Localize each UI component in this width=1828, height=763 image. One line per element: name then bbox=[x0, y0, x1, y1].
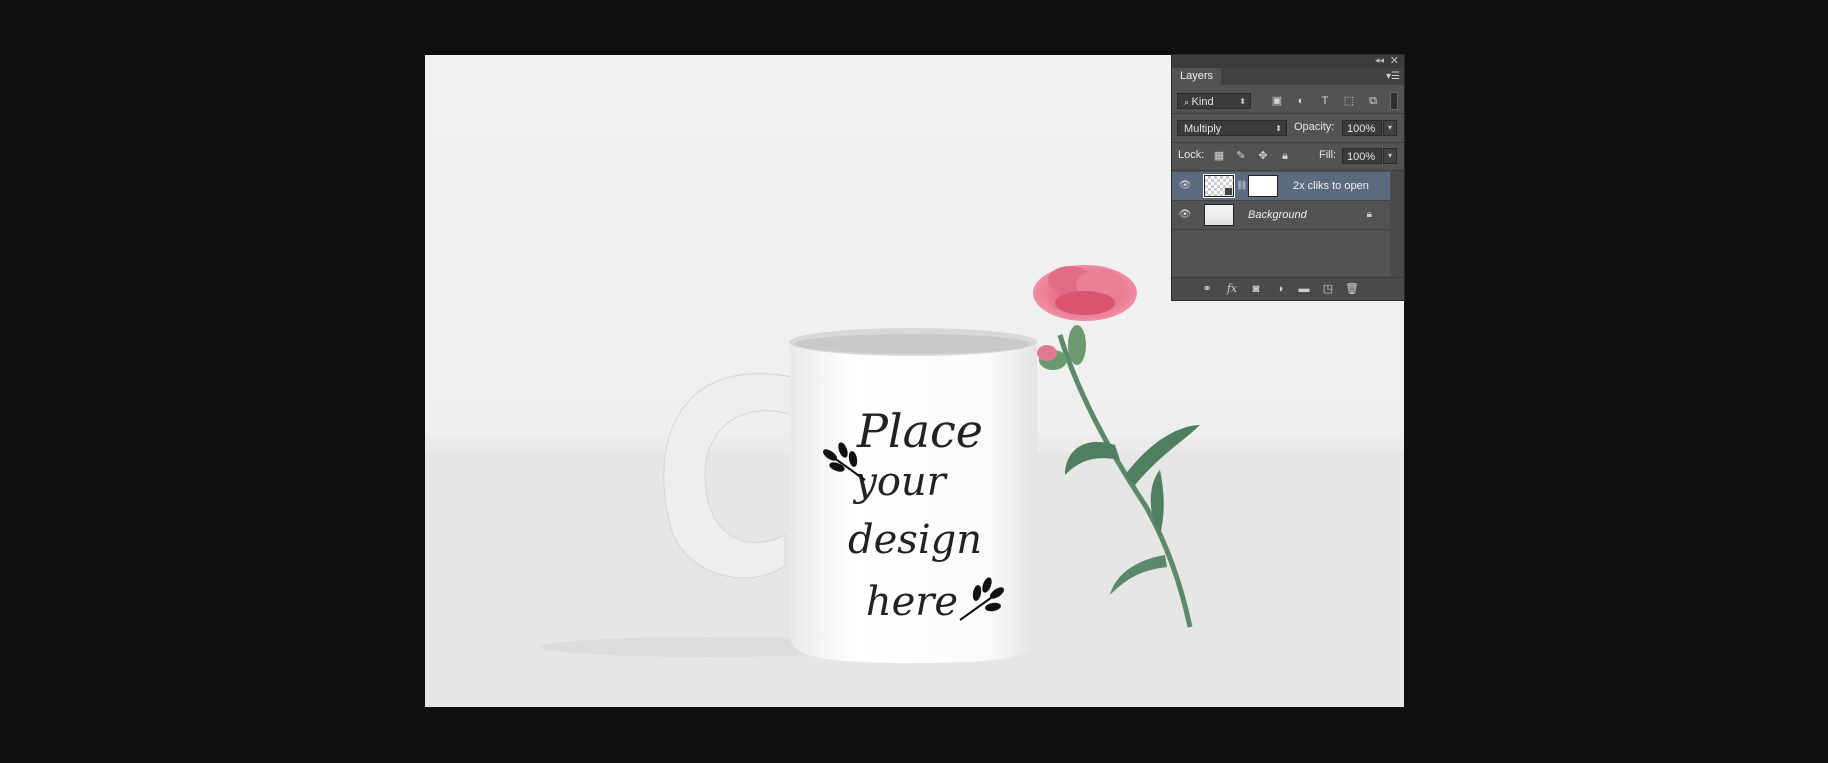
opacity-label: Opacity: bbox=[1294, 121, 1335, 133]
type-filter-icon[interactable]: T bbox=[1318, 94, 1332, 108]
fill-dropdown-button[interactable]: ▾ bbox=[1383, 148, 1397, 164]
layer-name[interactable]: Background bbox=[1248, 201, 1307, 229]
fx-icon[interactable]: fx bbox=[1224, 282, 1240, 296]
updown-arrow-icon: ⬍ bbox=[1239, 97, 1246, 106]
layer-mask-thumbnail bbox=[1248, 175, 1278, 197]
mug-design-text-line2: your bbox=[852, 459, 948, 505]
fill-label: Fill: bbox=[1319, 149, 1337, 161]
panel-tab-bar: Layers ▾☰ bbox=[1172, 68, 1404, 85]
lock-pixels-icon[interactable]: ✎ bbox=[1234, 149, 1248, 163]
layer-row-smart-object[interactable]: 👁︎ ⛓︎ 2x cliks to open bbox=[1172, 172, 1390, 201]
double-left-arrow-icon[interactable]: ◂◂ bbox=[1375, 55, 1384, 66]
trash-icon[interactable]: 🗑︎ bbox=[1344, 282, 1360, 296]
lock-position-icon[interactable]: ✥ bbox=[1256, 149, 1270, 163]
adjustment-icon[interactable]: ◑ bbox=[1272, 282, 1288, 296]
mug-design-text-line3: design bbox=[848, 517, 982, 563]
fill-field[interactable]: 100% bbox=[1342, 148, 1382, 164]
blend-mode-select[interactable]: Multiply ⬍ bbox=[1177, 120, 1287, 136]
layer-row-background[interactable]: 👁︎ Background 🔒︎ bbox=[1172, 201, 1390, 230]
mug-design-text-line1: Place bbox=[856, 404, 983, 458]
opacity-dropdown-button[interactable]: ▾ bbox=[1383, 120, 1397, 136]
tab-layers[interactable]: Layers bbox=[1172, 68, 1222, 85]
updown-arrow-icon: ⬍ bbox=[1275, 124, 1282, 133]
panel-title-bar: ◂◂ ✕ bbox=[1172, 55, 1404, 68]
filter-toggle-switch[interactable] bbox=[1390, 92, 1398, 110]
new-layer-icon[interactable]: ◳ bbox=[1320, 282, 1336, 296]
eye-icon[interactable]: 👁︎ bbox=[1178, 209, 1192, 221]
smart-object-badge-icon bbox=[1224, 187, 1233, 196]
image-filter-icon[interactable]: ▣ bbox=[1270, 94, 1284, 108]
kind-filter-label: Kind bbox=[1191, 96, 1214, 108]
panel-footer: ⚭ fx ◙ ◑ ▬ ◳ 🗑︎ bbox=[1172, 277, 1404, 300]
kind-filter-select[interactable]: ⌕ Kind ⬍ bbox=[1177, 93, 1251, 109]
search-icon: ⌕ bbox=[1184, 97, 1192, 107]
layer-name[interactable]: 2x cliks to open bbox=[1293, 172, 1369, 200]
blend-row: Multiply ⬍ Opacity: 100% ▾ bbox=[1172, 114, 1404, 142]
link-icon[interactable]: ⚭ bbox=[1199, 282, 1215, 296]
panel-menu-icon[interactable]: ▾☰ bbox=[1386, 71, 1400, 82]
lock-row: Lock: ▦ ✎ ✥ 🔒︎ Fill: 100% ▾ bbox=[1172, 143, 1404, 170]
mug-design-text-line4: here bbox=[866, 579, 958, 625]
adjustment-filter-icon[interactable]: ◐ bbox=[1294, 94, 1308, 108]
smart-object-filter-icon[interactable]: ⧉ bbox=[1366, 94, 1380, 108]
lock-label: Lock: bbox=[1178, 149, 1205, 161]
close-icon[interactable]: ✕ bbox=[1390, 54, 1399, 67]
filter-row: ⌕ Kind ⬍ ▣ ◐ T ⬚ ⧉ bbox=[1172, 87, 1404, 113]
blend-mode-value: Multiply bbox=[1184, 123, 1222, 135]
mask-icon[interactable]: ◙ bbox=[1248, 282, 1264, 296]
shape-filter-icon[interactable]: ⬚ bbox=[1342, 94, 1356, 108]
layers-panel: ◂◂ ✕ Layers ▾☰ ⌕ Kind ⬍ ▣ ◐ T ⬚ ⧉ Multip… bbox=[1172, 55, 1404, 300]
layer-thumbnail bbox=[1203, 174, 1235, 198]
layers-scrollbar[interactable] bbox=[1390, 171, 1404, 278]
lock-icon: 🔒︎ bbox=[1366, 209, 1372, 220]
opacity-field[interactable]: 100% bbox=[1342, 120, 1382, 136]
layer-thumbnail bbox=[1204, 204, 1234, 226]
eye-icon[interactable]: 👁︎ bbox=[1178, 180, 1192, 192]
lock-transparency-icon[interactable]: ▦ bbox=[1212, 149, 1226, 163]
chain-link-icon[interactable]: ⛓︎ bbox=[1236, 180, 1247, 191]
folder-icon[interactable]: ▬ bbox=[1296, 282, 1312, 296]
lock-all-icon[interactable]: 🔒︎ bbox=[1278, 149, 1292, 163]
